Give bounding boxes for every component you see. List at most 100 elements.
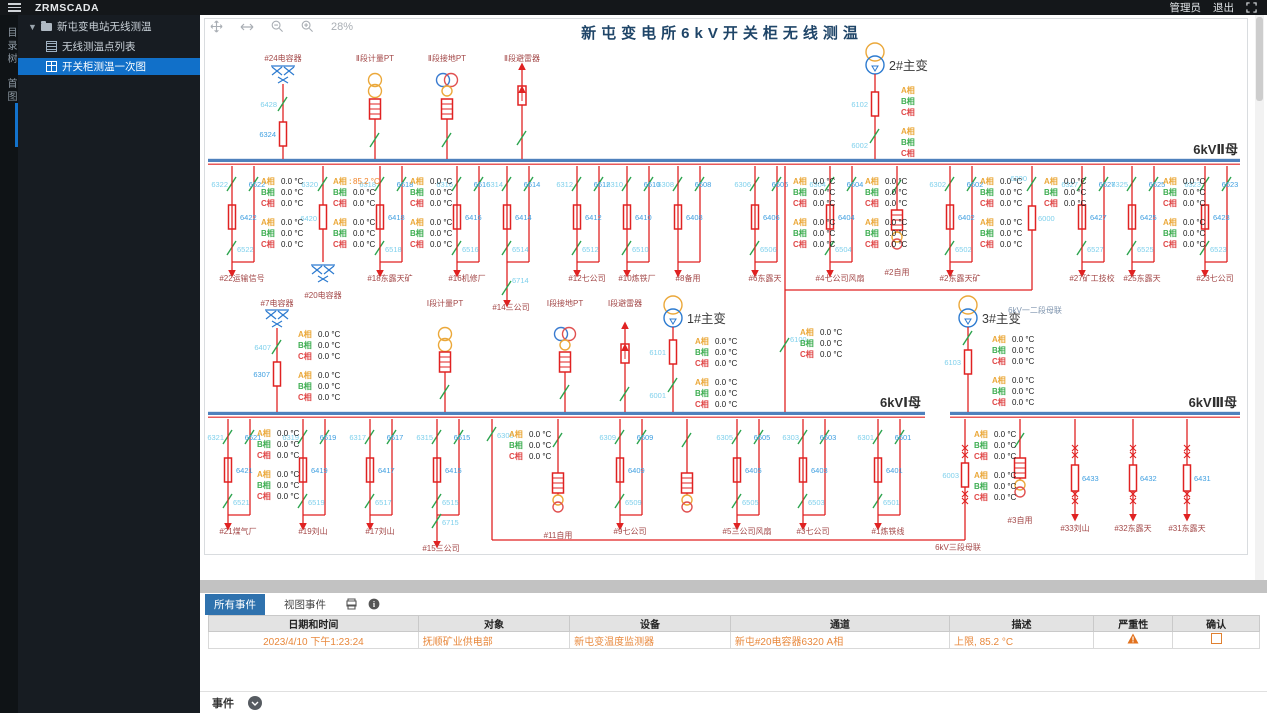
zoom-in-icon[interactable] [301,20,314,33]
fullscreen-icon[interactable] [1246,2,1257,13]
svg-text:C相: C相 [901,148,915,158]
svg-text:6000: 6000 [1038,214,1055,223]
side-tab-tree[interactable]: 目录树 [3,27,18,66]
svg-text:#22运输信号: #22运输信号 [219,273,264,283]
svg-text:0.0 °C: 0.0 °C [715,359,738,368]
menu-icon[interactable] [8,3,21,12]
svg-text:6418: 6418 [388,213,405,222]
svg-text:C相: C相 [1044,198,1058,208]
pan-icon[interactable] [210,20,223,33]
svg-text:0.0 °C: 0.0 °C [1000,218,1023,227]
svg-text:6419: 6419 [311,466,328,475]
svg-text:6523: 6523 [1210,245,1227,254]
svg-text:A相: A相 [992,375,1006,385]
tree-root-station[interactable]: ▼ 新屯变电站无线测温 [18,18,200,35]
svg-text:C相: C相 [793,198,807,208]
svg-text:6409: 6409 [628,466,645,475]
svg-text:6317: 6317 [349,433,366,442]
zoom-out-icon[interactable] [271,20,284,33]
svg-text:6510: 6510 [632,245,649,254]
svg-text:A相: A相 [509,429,523,439]
side-tab-home[interactable]: 首图 [3,78,18,104]
svg-text:0.0 °C: 0.0 °C [1000,188,1023,197]
svg-text:C相: C相 [901,107,915,117]
svg-text:6407: 6407 [254,343,271,352]
bus: 6kVⅠ母 [208,395,925,418]
svg-text:6416: 6416 [465,213,482,222]
svg-text:6001: 6001 [649,391,666,400]
svg-text:0.0 °C: 0.0 °C [885,188,908,197]
collapse-events-icon[interactable] [248,696,262,710]
user-label[interactable]: 管理员 [1170,0,1202,15]
svg-text:6417: 6417 [378,466,395,475]
svg-text:#23七公司: #23七公司 [1196,274,1233,283]
tab-all-events[interactable]: 所有事件 [205,593,265,615]
svg-text:B相: B相 [410,187,424,197]
fit-width-icon[interactable] [240,22,254,32]
feeder-feeder [680,419,694,513]
svg-text:C相: C相 [865,198,879,208]
event-table-header: 日期和时间 对象 设备 通道 描述 严重性 确认 [208,615,1260,632]
tree-item-diagram[interactable]: 开关柜测温一次图 [18,58,200,75]
svg-text:0.0 °C: 0.0 °C [353,240,376,249]
svg-text:0.0 °C: 0.0 °C [994,493,1017,502]
event-row[interactable]: 2023/4/10 下午1:23:24 抚顺矿业供电部 新屯变温度监测器 新屯#20电… [208,631,1260,649]
svg-text:0.0 °C: 0.0 °C [430,229,453,238]
column-header[interactable]: 确认 [1172,615,1260,632]
svg-text:0.0 °C: 0.0 °C [1012,357,1035,366]
column-header[interactable]: 通道 [729,615,951,632]
svg-text:0.0 °C: 0.0 °C [430,199,453,208]
device-Ⅱ段避雷器: Ⅱ段避雷器 [504,53,540,159]
svg-text:0.0 °C: 0.0 °C [529,430,552,439]
ack-checkbox[interactable] [1210,633,1222,644]
info-icon[interactable]: i [368,598,380,610]
svg-text:#19刘山: #19刘山 [298,526,327,536]
svg-text:B相: B相 [793,228,807,238]
column-header[interactable]: 对象 [417,615,571,632]
device-Ⅰ段避雷器: Ⅰ段避雷器 [608,298,642,412]
svg-text:C相: C相 [509,451,523,461]
print-icon[interactable] [345,598,358,610]
svg-text:#2自用: #2自用 [885,267,910,277]
diagram-canvas[interactable]: 28% 6kVⅡ母 6kVⅠ母 6kVⅢ母 新屯变电所6kV开关柜无线测温 #24电容器… [200,15,1267,580]
svg-text:0.0 °C: 0.0 °C [715,378,738,387]
svg-text:A相: A相 [261,217,275,227]
svg-text:A相: A相 [901,85,915,95]
svg-text:0.0 °C: 0.0 °C [318,382,341,391]
feeder-#5三公司风扇: 6305 6605 6405 6505 #5三公司风扇 [716,419,771,536]
svg-text:B相: B相 [333,187,347,197]
tab-view-events[interactable]: 视图事件 [275,594,335,615]
svg-text:#33刘山: #33刘山 [1060,523,1089,533]
svg-text:6412: 6412 [585,213,602,222]
svg-text:0.0 °C: 0.0 °C [1064,199,1087,208]
device-Ⅱ段计量PT: Ⅱ段计量PT [356,53,394,159]
svg-text:0.0 °C: 0.0 °C [1000,177,1023,186]
svg-text:Ⅱ段避雷器: Ⅱ段避雷器 [504,53,540,63]
logout-button[interactable]: 退出 [1213,0,1234,15]
svg-text:C相: C相 [410,239,424,249]
svg-text:B相: B相 [1163,187,1177,197]
column-header[interactable]: 严重性 [1093,615,1174,632]
column-header[interactable]: 日期和时间 [208,615,419,632]
svg-text:0.0 °C: 0.0 °C [885,229,908,238]
column-header[interactable]: 设备 [569,615,731,632]
svg-text:A相: A相 [992,334,1006,344]
svg-text:6514: 6514 [512,245,529,254]
svg-text:6403: 6403 [811,466,828,475]
svg-text:B相: B相 [333,228,347,238]
svg-text:6315: 6315 [416,433,433,442]
column-header[interactable]: 描述 [949,615,1095,632]
svg-text:#14三公司: #14三公司 [492,303,529,312]
svg-text:#4七公司风扇: #4七公司风扇 [816,273,865,283]
svg-text:0.0 °C: 0.0 °C [1000,229,1023,238]
event-panel: 所有事件 视图事件 i 日期和时间 对象 设备 通道 描述 严重性 确认 2023/4/10… [200,593,1267,713]
svg-text:6427: 6427 [1090,213,1107,222]
tree-item-point-list[interactable]: 无线测温点列表 [18,38,200,55]
svg-text:C相: C相 [333,198,347,208]
svg-text:A相: A相 [257,469,271,479]
svg-text:6517: 6517 [375,498,392,507]
svg-text:C相: C相 [298,392,312,402]
svg-text:6kV三段母联: 6kV三段母联 [935,542,981,552]
svg-text:A相: A相 [1044,176,1058,186]
svg-text:A相 :: A相 : [333,176,352,186]
